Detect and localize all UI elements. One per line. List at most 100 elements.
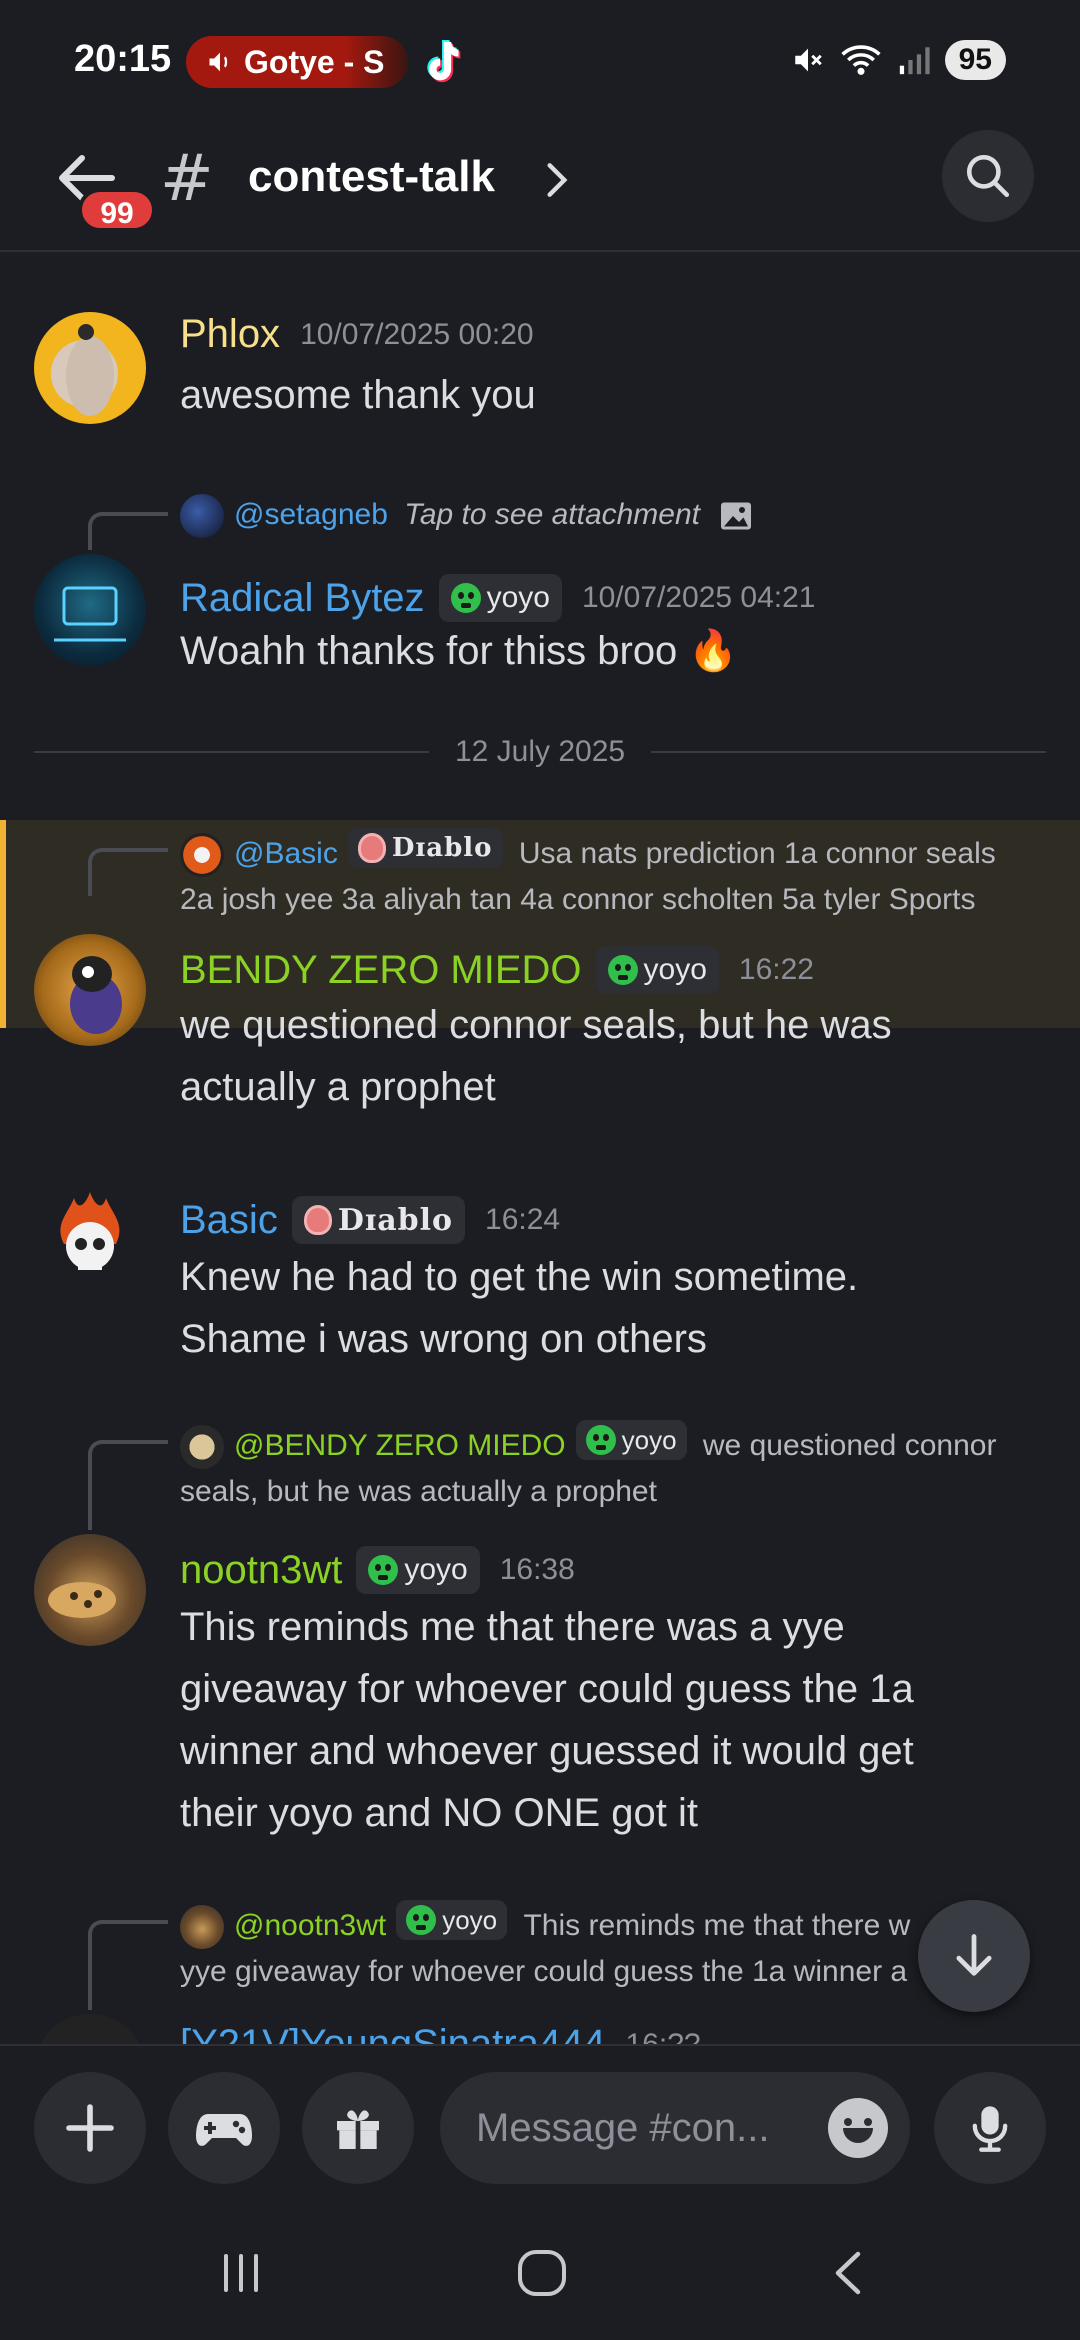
attach-button[interactable] bbox=[34, 2072, 146, 2184]
timestamp: 16:24 bbox=[485, 1203, 561, 1236]
avatar[interactable] bbox=[34, 1534, 146, 1646]
timestamp: 16:38 bbox=[499, 1553, 575, 1586]
voice-message-button[interactable] bbox=[934, 2072, 1046, 2184]
channel-hash-icon: # bbox=[160, 142, 214, 216]
message-header: Radical Bytez yoyo 10/07/2025 04:21 bbox=[180, 574, 816, 622]
message-input-placeholder: Message #con... bbox=[476, 2105, 770, 2150]
author-name[interactable]: [Y21V]YoungSinatra444 bbox=[180, 2022, 606, 2044]
reply-connector bbox=[88, 848, 168, 896]
message-input[interactable]: Message #con... bbox=[440, 2072, 910, 2184]
speaker-icon bbox=[209, 52, 228, 72]
plus-icon bbox=[66, 2104, 114, 2152]
role-tag: yoyo bbox=[396, 1900, 508, 1940]
reply-connector bbox=[88, 1920, 168, 2010]
image-icon bbox=[721, 502, 752, 530]
timestamp: 10/07/2025 04:21 bbox=[581, 581, 816, 614]
message-item[interactable]: [Y21V]YoungSinatra444 16:?? bbox=[0, 2014, 1080, 2044]
back-nav-icon[interactable] bbox=[824, 2248, 874, 2298]
message-item[interactable]: nootn3wt yoyo 16:38 This reminds me that… bbox=[0, 1534, 1080, 1835]
chevron-right-icon[interactable] bbox=[540, 158, 574, 202]
role-tag: yoyo bbox=[575, 1420, 687, 1460]
avatar[interactable] bbox=[34, 2014, 146, 2044]
author-name[interactable]: Basic bbox=[180, 1198, 278, 1243]
message-header: BENDY ZERO MIEDO yoyo 16:22 bbox=[180, 946, 814, 994]
reply-preview[interactable]: @BENDY ZERO MIEDO yoyo we questioned conn… bbox=[180, 1420, 1040, 1515]
gamepad-icon bbox=[196, 2114, 252, 2146]
cartoon-avatar-icon bbox=[70, 956, 122, 1034]
message-item[interactable]: Basic Dɪablo 16:24 Knew he had to get th… bbox=[0, 1184, 1080, 1361]
message-body: This reminds me that there was a yye giv… bbox=[180, 1596, 1040, 1844]
skull-icon bbox=[406, 1905, 437, 1935]
message-body: Woahh thanks for thiss broo 🔥 bbox=[180, 629, 739, 673]
reply-connector bbox=[88, 512, 168, 550]
search-icon bbox=[966, 154, 1010, 198]
reply-author: @nootn3wt bbox=[234, 1909, 387, 1942]
battery-indicator: 95 bbox=[944, 40, 1006, 80]
reply-text: we questioned connor bbox=[702, 1429, 997, 1462]
gem-icon bbox=[303, 1205, 332, 1235]
reply-text-cont: 2a josh yee 3a aliyah tan 4a connor scho… bbox=[180, 883, 976, 917]
mute-icon bbox=[794, 48, 822, 72]
avatar[interactable] bbox=[34, 934, 146, 1046]
reply-text: Usa nats prediction 1a connor seals bbox=[518, 837, 996, 870]
message-body-line: This reminds me that there was a yye bbox=[180, 1605, 845, 1649]
role-tag: yoyo bbox=[595, 946, 719, 994]
channel-header: 99 # contest-talk bbox=[0, 120, 1080, 252]
message-item[interactable]: Radical Bytez yoyo 10/07/2025 04:21 Woah… bbox=[0, 554, 1080, 684]
role-tag-label: yoyo bbox=[643, 953, 707, 986]
reply-author: @BENDY ZERO MIEDO bbox=[234, 1429, 566, 1462]
avatar[interactable] bbox=[34, 312, 146, 424]
author-name[interactable]: nootn3wt bbox=[180, 1548, 342, 1593]
author-name[interactable]: BENDY ZERO MIEDO bbox=[180, 948, 582, 993]
signal-icon bbox=[899, 47, 930, 75]
role-tag-label: yoyo bbox=[442, 1905, 498, 1935]
emoji-icon[interactable] bbox=[828, 2098, 888, 2158]
author-name[interactable]: Radical Bytez bbox=[180, 576, 425, 621]
tech-avatar-icon bbox=[54, 586, 126, 642]
role-tag: Dɪablo bbox=[291, 1196, 466, 1244]
reply-preview[interactable]: @setagneb Tap to see attachment bbox=[180, 492, 1040, 539]
author-name[interactable]: Phlox bbox=[180, 312, 280, 357]
wifi-icon bbox=[840, 45, 881, 75]
reply-preview[interactable]: @nootn3wt yoyo This reminds me that there… bbox=[180, 1900, 1040, 1995]
date-label: 12 July 2025 bbox=[454, 735, 626, 768]
reply-avatar bbox=[180, 1425, 224, 1470]
date-separator: 12 July 2025 bbox=[34, 732, 1047, 772]
status-icons: 95 bbox=[791, 40, 1006, 80]
message-body-line: we questioned connor seals, but he was bbox=[180, 1003, 892, 1047]
message-header: Basic Dɪablo 16:24 bbox=[180, 1196, 560, 1244]
role-tag-label: Dɪablo bbox=[337, 1202, 454, 1238]
reply-text: Tap to see attachment bbox=[404, 498, 701, 531]
gecko-avatar-icon bbox=[48, 1582, 116, 1618]
microphone-icon bbox=[972, 2106, 1008, 2152]
role-tag-label: yoyo bbox=[621, 1425, 677, 1455]
activities-button[interactable] bbox=[168, 2072, 280, 2184]
message-item[interactable]: Phlox 10/07/2025 00:20 awesome thank you bbox=[0, 312, 1080, 432]
home-icon[interactable] bbox=[514, 2248, 570, 2298]
timestamp: 10/07/2025 00:20 bbox=[300, 317, 534, 351]
role-tag-label: yoyo bbox=[404, 1553, 468, 1586]
avatar[interactable] bbox=[34, 1184, 146, 1296]
reply-connector bbox=[88, 1440, 168, 1530]
reply-avatar bbox=[180, 494, 224, 539]
message-list[interactable]: Phlox 10/07/2025 00:20 awesome thank you… bbox=[0, 254, 1080, 2044]
system-navigation-bar bbox=[0, 2208, 1080, 2340]
message-header: Phlox 10/07/2025 00:20 bbox=[180, 312, 534, 357]
message-body: we questioned connor seals, but he was a… bbox=[180, 994, 1040, 1118]
message-header: nootn3wt yoyo 16:38 bbox=[180, 1546, 575, 1594]
avatar[interactable] bbox=[34, 554, 146, 666]
gift-button[interactable] bbox=[302, 2072, 414, 2184]
jump-to-present-button[interactable] bbox=[918, 1900, 1030, 2012]
timestamp: 16:?? bbox=[625, 2027, 701, 2045]
channel-title[interactable]: contest-talk bbox=[248, 152, 495, 202]
role-tag: yoyo bbox=[356, 1546, 480, 1594]
skull-icon bbox=[607, 955, 638, 985]
message-item[interactable]: BENDY ZERO MIEDO yoyo 16:22 we questione… bbox=[0, 934, 1080, 1109]
skull-icon bbox=[450, 583, 481, 613]
recent-apps-icon[interactable] bbox=[216, 2248, 266, 2298]
reply-preview[interactable]: @Basic Dɪablo Usa nats prediction 1a conn… bbox=[180, 828, 1040, 923]
skull-icon bbox=[368, 1555, 399, 1585]
search-button[interactable] bbox=[942, 130, 1034, 222]
media-playing-chip[interactable]: Gotye - S bbox=[186, 36, 408, 88]
media-label: Gotye - S bbox=[244, 43, 385, 80]
